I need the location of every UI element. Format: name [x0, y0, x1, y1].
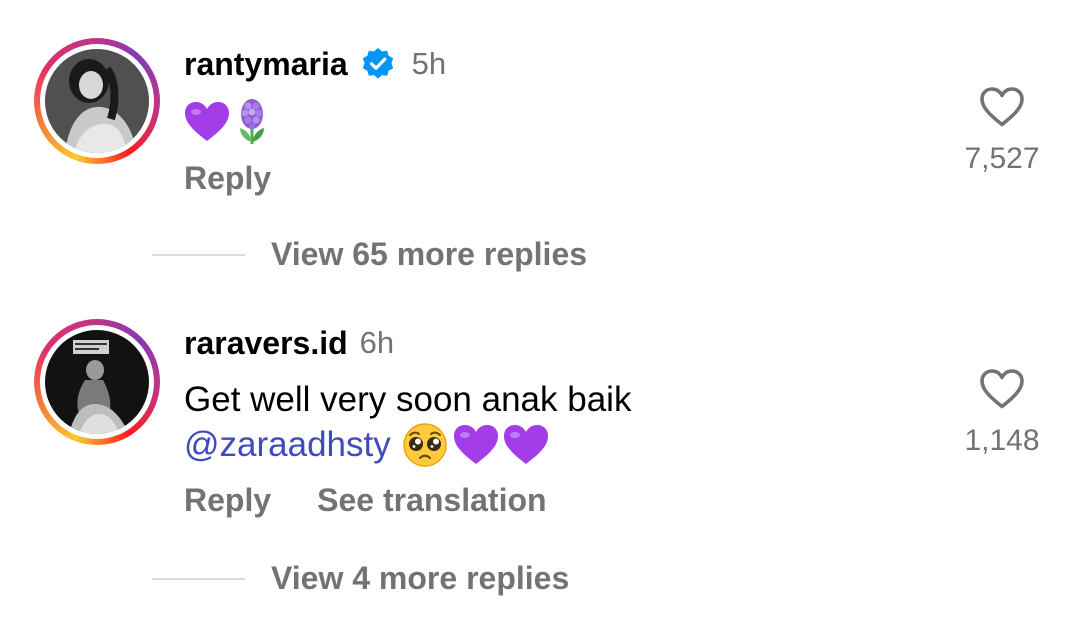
purple-heart-icon — [453, 425, 498, 464]
like-column: 7,527 — [942, 86, 1062, 176]
purple-heart-icon — [503, 425, 548, 464]
view-replies-label[interactable]: View 65 more replies — [271, 236, 587, 273]
comment-actions: Reply See translation — [184, 482, 593, 519]
comment-text — [184, 98, 274, 146]
avatar[interactable] — [45, 330, 149, 434]
comment-actions: Reply — [184, 160, 317, 197]
comment-text-line-2: @zaraadhsty — [184, 422, 549, 468]
reply-divider — [152, 253, 245, 256]
like-column: 1,148 — [942, 368, 1062, 458]
view-more-replies[interactable]: View 4 more replies — [152, 560, 569, 597]
reply-button[interactable]: Reply — [184, 160, 271, 197]
pleading-face-icon — [403, 423, 447, 467]
avatar-border — [40, 325, 154, 439]
view-more-replies[interactable]: View 65 more replies — [152, 236, 587, 273]
comment-header: raravers.id 6h — [184, 323, 394, 363]
verified-badge-icon — [360, 46, 396, 82]
like-count: 7,527 — [964, 142, 1040, 175]
view-replies-label[interactable]: View 4 more replies — [271, 560, 569, 597]
reply-button[interactable]: Reply — [184, 482, 271, 519]
comment-text: Get well very soon anak baik — [184, 380, 632, 419]
timestamp: 5h — [411, 46, 447, 81]
hyacinth-icon — [240, 99, 264, 144]
reply-divider — [152, 577, 245, 580]
like-count: 1,148 — [964, 424, 1040, 457]
username[interactable]: raravers.id — [184, 325, 348, 362]
avatar-border — [40, 44, 154, 158]
story-ring[interactable] — [34, 38, 160, 164]
username[interactable]: rantymaria — [184, 46, 348, 83]
story-ring[interactable] — [34, 319, 160, 445]
mention-link[interactable]: @zaraadhsty — [184, 425, 391, 465]
comment-item: rantymaria 5h Reply 7,527 View 65 more r… — [0, 0, 1080, 290]
heart-outline-icon[interactable] — [979, 368, 1025, 410]
comment-header: rantymaria 5h — [184, 44, 446, 84]
see-translation-button[interactable]: See translation — [317, 482, 546, 519]
avatar[interactable] — [45, 49, 149, 153]
heart-outline-icon[interactable] — [979, 86, 1025, 128]
avatar-photo-rantymaria — [45, 49, 149, 153]
purple-heart-icon — [185, 102, 229, 141]
avatar-photo-raravers — [45, 330, 149, 434]
comment-item: raravers.id 6h Get well very soon anak b… — [0, 316, 1080, 621]
timestamp: 6h — [359, 325, 395, 360]
